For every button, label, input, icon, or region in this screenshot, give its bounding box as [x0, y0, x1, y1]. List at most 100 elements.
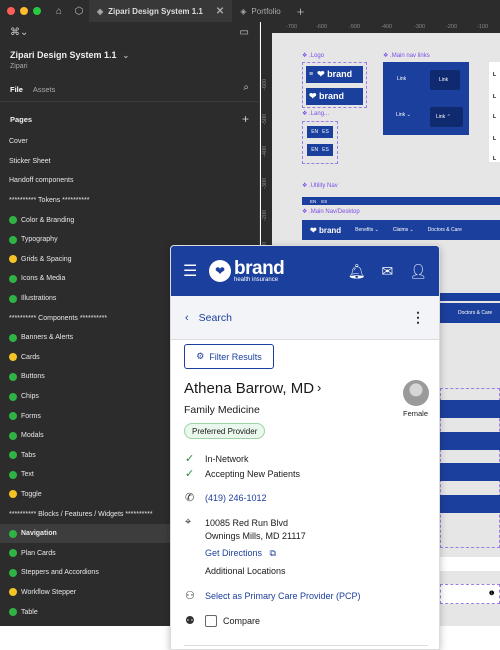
nav-benefits[interactable]: Benefits ⌄ — [355, 227, 379, 233]
additional-locations-link[interactable]: Additional Locations — [205, 566, 286, 576]
nav-doctors-care[interactable]: Doctors & Care — [428, 227, 462, 233]
page-item[interactable]: Cover — [0, 132, 259, 152]
checkmark-icon: ✓ — [185, 468, 195, 480]
search-icon[interactable]: ⌕ — [243, 82, 249, 93]
logo-frame-label[interactable]: ❖ .Logo — [302, 52, 324, 59]
external-link-icon[interactable]: ⧉ — [270, 548, 276, 558]
maximize-window-button[interactable] — [33, 7, 41, 15]
provider-name[interactable]: Athena Barrow, MD — [184, 380, 314, 397]
nav-link-hover[interactable]: Link — [430, 70, 460, 90]
get-directions-link[interactable]: Get Directions — [205, 548, 262, 558]
tab-zipari-design-system[interactable]: ◈ Zipari Design System 1.1 ✕ — [89, 0, 233, 22]
lang-frame-label[interactable]: ❖ .Lang... — [302, 110, 329, 117]
file-title[interactable]: Zipari Design System 1.1 ⌄ — [0, 42, 259, 60]
page-item[interactable]: Color & Branding — [0, 210, 259, 230]
page-item-label: Typography — [21, 236, 58, 244]
lang-toggle[interactable]: EN ES — [307, 144, 333, 156]
logo-brand: ❤ brand — [310, 225, 342, 235]
chevron-left-icon[interactable]: ‹ — [185, 312, 189, 324]
page-item[interactable]: ********** Tokens ********** — [0, 191, 259, 211]
nav-link-dropdown[interactable]: Link ⌄ — [396, 112, 411, 118]
nav-variant-bar[interactable] — [440, 293, 500, 301]
page-item[interactable]: Sticker Sheet — [0, 152, 259, 172]
nav-claims[interactable]: Claims ⌄ — [393, 227, 414, 233]
lang-es[interactable]: ES — [322, 129, 329, 135]
phone-link[interactable]: (419) 246-1012 — [205, 493, 267, 503]
mobile-nav-row[interactable] — [440, 400, 500, 418]
page-item-label: Banners & Alerts — [21, 334, 74, 342]
lang-en[interactable]: EN — [311, 147, 318, 153]
nav-link[interactable]: Link — [397, 76, 406, 82]
page-item-label: Forms — [21, 412, 41, 420]
page-item-label: Navigation — [21, 530, 57, 538]
mobile-nav-row[interactable] — [440, 463, 500, 481]
utility-nav-label[interactable]: ❖ .Utility Nav — [302, 182, 338, 189]
main-nav-desktop-label[interactable]: ❖ .Main Nav/Desktop — [302, 208, 360, 215]
nav-variant-bar[interactable]: Doctors & Care — [440, 303, 500, 323]
status-dot-icon — [9, 392, 17, 401]
logo-variant[interactable]: ❤ brand — [306, 88, 363, 105]
more-vertical-icon[interactable]: ⋮ — [411, 309, 425, 326]
tab-assets[interactable]: Assets — [33, 85, 56, 94]
mobile-nav-row[interactable] — [440, 432, 500, 450]
logo-variant-menu[interactable]: ≡ ❤ brand — [306, 66, 363, 83]
brand-logo[interactable]: ❤ brand health insurance — [209, 259, 285, 283]
tab-portfolio[interactable]: ◈ Portfolio — [232, 0, 289, 22]
figma-file-icon: ◈ — [240, 6, 247, 16]
main-nav-links-frame[interactable]: Link Link Link ⌄ Link ⌃ — [383, 62, 469, 135]
status-dot-icon — [9, 568, 17, 577]
frame-label-text: .Main Nav/Desktop — [309, 209, 360, 215]
figma-menu-icon[interactable]: ⌘⌄ — [10, 27, 28, 38]
tab-file[interactable]: File — [10, 85, 23, 94]
new-tab-icon[interactable]: + — [297, 4, 305, 19]
back-to-search-link[interactable]: Search — [199, 312, 232, 324]
page-item-label: ********** Blocks / Features / Widgets *… — [9, 510, 153, 518]
in-network-text: In-Network — [205, 453, 249, 464]
chevron-right-icon[interactable]: › — [317, 380, 321, 395]
mail-icon[interactable]: ✉ — [381, 263, 393, 280]
hamburger-menu-icon[interactable]: ☰ — [183, 261, 201, 281]
status-dot-icon — [9, 588, 17, 597]
filter-results-button[interactable]: ⚙ Filter Results — [184, 344, 274, 369]
main-nav-desktop-bar[interactable]: ❤ brand Benefits ⌄ Claims ⌄ Doctors & Ca… — [302, 220, 500, 240]
sliders-icon: ⚙ — [196, 351, 205, 361]
users-icon: ⚉ — [185, 615, 195, 627]
status-dot-icon — [9, 274, 17, 283]
panel-toggle-icon[interactable]: ▭ — [240, 27, 249, 38]
mobile-nav-row[interactable] — [440, 495, 500, 513]
lang-es[interactable]: ES — [322, 147, 329, 153]
nav-link-dropdown-open[interactable]: Link ⌃ — [430, 107, 463, 127]
main-nav-links-label[interactable]: ❖ .Main nav links — [383, 52, 430, 59]
lang-en[interactable]: EN — [310, 199, 316, 204]
ruler-tick: -600 — [316, 24, 328, 30]
lang-es[interactable]: ES — [321, 199, 327, 204]
minimize-window-button[interactable] — [20, 7, 28, 15]
location-pin-icon: ⌖ — [185, 516, 192, 528]
nav-doctors-care[interactable]: Doctors & Care — [458, 310, 492, 316]
card-divider — [184, 645, 428, 646]
filter-results-label: Filter Results — [209, 351, 262, 362]
ruler-tick: -200 — [446, 24, 458, 30]
page-item[interactable]: Handoff components — [0, 171, 259, 191]
canvas-white-strip — [440, 557, 500, 571]
home-icon[interactable]: ⌂ — [49, 6, 69, 17]
status-dot-icon — [9, 353, 17, 362]
status-dot-icon — [9, 470, 17, 479]
community-icon[interactable]: ⬡ — [69, 6, 89, 17]
chevron-down-icon: ⌄ — [122, 50, 130, 60]
user-icon[interactable]: 👤︎ — [409, 263, 427, 280]
close-window-button[interactable] — [7, 7, 15, 15]
logo-brand: ❤ brand — [317, 69, 353, 79]
add-page-icon[interactable]: + — [242, 112, 249, 126]
lang-toggle[interactable]: EN ES — [307, 126, 333, 138]
lang-en[interactable]: EN — [311, 129, 318, 135]
logo-brand-text: brand — [327, 69, 353, 79]
select-pcp-row: ⚇ Select as Primary Care Provider (PCP) — [185, 589, 361, 602]
close-tab-icon[interactable]: ✕ — [216, 6, 224, 17]
utility-nav-bar[interactable]: EN ES — [302, 197, 500, 205]
bell-icon[interactable]: 🔔︎ — [348, 263, 366, 280]
compare-checkbox[interactable] — [205, 614, 217, 627]
ruler-tick: -400 — [262, 145, 268, 157]
select-pcp-link[interactable]: Select as Primary Care Provider (PCP) — [205, 591, 361, 601]
status-dot-icon — [9, 490, 17, 499]
